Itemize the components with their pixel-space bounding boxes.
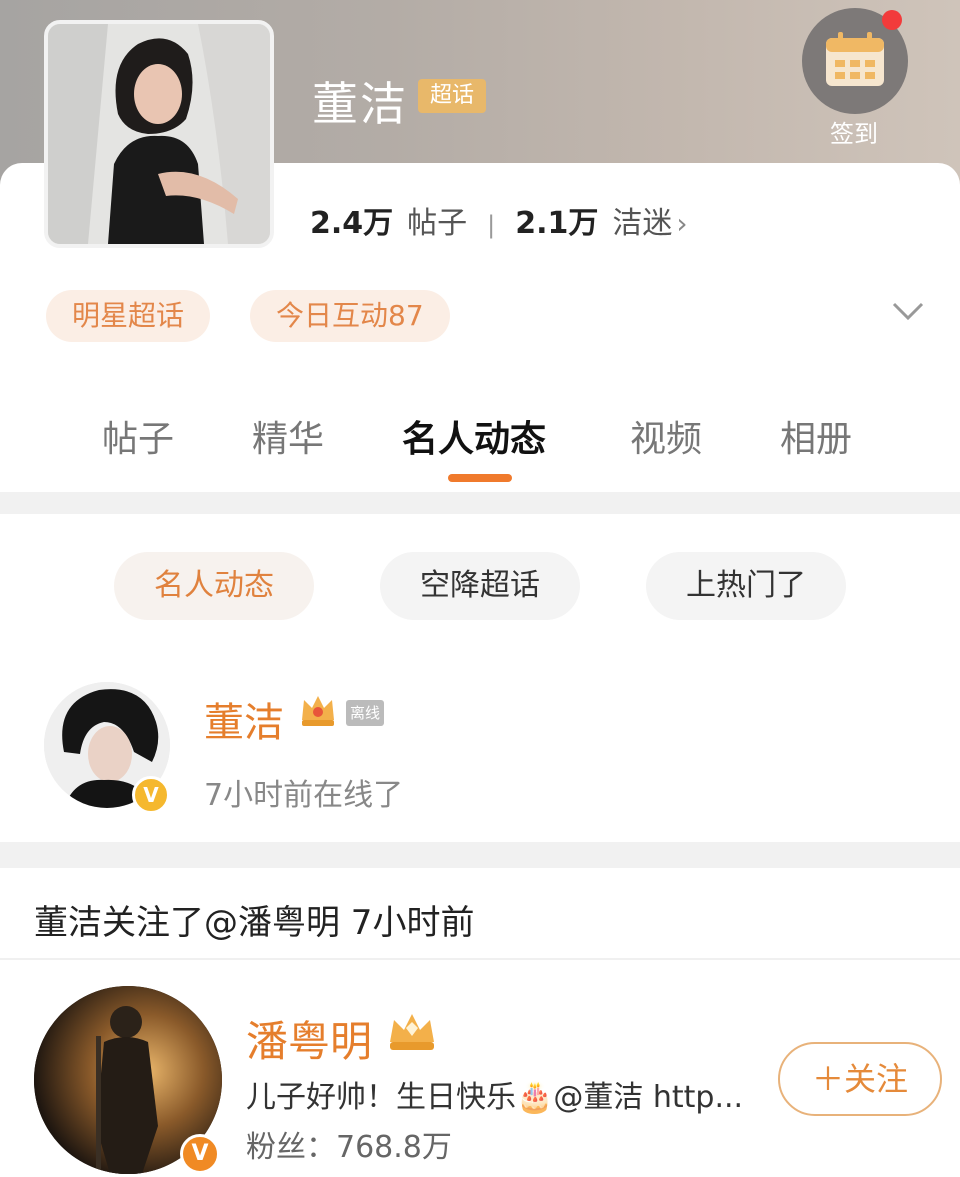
online-status: 7小时前在线了 <box>204 778 404 813</box>
section-divider <box>0 842 960 868</box>
topic-cover-image[interactable] <box>44 20 274 248</box>
filter-celebrity-updates[interactable]: 名人动态 <box>114 552 314 620</box>
tab-featured[interactable]: 精华 <box>252 410 324 462</box>
posts-label: 帖子 <box>407 206 468 241</box>
tab-albums[interactable]: 相册 <box>780 410 852 462</box>
notification-dot <box>882 10 902 30</box>
fans-count[interactable]: 2.1万 <box>515 198 598 242</box>
verified-badge-icon: V <box>180 1134 220 1174</box>
filter-airdrop-topic[interactable]: 空降超话 <box>380 552 580 620</box>
follow-button[interactable]: ＋关注 <box>778 1042 942 1116</box>
celebrity-name[interactable]: 董洁 <box>204 690 284 748</box>
followed-user-bio: 儿子好帅！生日快乐🎂@董洁 http... <box>246 1080 744 1115</box>
crown-icon <box>390 1014 434 1050</box>
topic-title: 董洁 <box>312 77 408 131</box>
followed-user-fans: 粉丝：768.8万 <box>246 1130 452 1165</box>
active-tab-indicator <box>448 474 512 482</box>
tag-daily-interaction[interactable]: 今日互动87 <box>250 290 450 342</box>
verified-badge-icon: V <box>132 776 170 814</box>
supertopic-badge: 超话 <box>418 79 486 113</box>
fans-label[interactable]: 洁迷 <box>612 198 672 242</box>
cover-photo <box>48 24 270 244</box>
filter-trending[interactable]: 上热门了 <box>646 552 846 620</box>
activity-notice[interactable]: 董洁关注了@潘粤明 7小时前 <box>34 895 474 944</box>
checkin-label: 签到 <box>830 120 878 148</box>
chevron-right-icon[interactable]: › <box>676 207 687 240</box>
tab-posts[interactable]: 帖子 <box>102 410 174 462</box>
posts-count: 2.4万 <box>310 206 394 241</box>
tag-celebrity-supertopic[interactable]: 明星超话 <box>46 290 211 342</box>
chevron-down-icon[interactable] <box>888 290 928 330</box>
tab-celebrity-updates[interactable]: 名人动态 <box>402 410 546 462</box>
row-divider <box>0 958 960 960</box>
followed-user-name[interactable]: 潘粤明 <box>246 1008 372 1069</box>
offline-badge: 离线 <box>346 700 384 726</box>
section-divider <box>0 492 960 514</box>
topic-stats: 2.4万 帖子 | 2.1万 洁迷 › <box>310 198 688 242</box>
stats-divider: | <box>487 211 496 239</box>
tab-videos[interactable]: 视频 <box>630 410 702 462</box>
crown-icon <box>302 696 334 726</box>
